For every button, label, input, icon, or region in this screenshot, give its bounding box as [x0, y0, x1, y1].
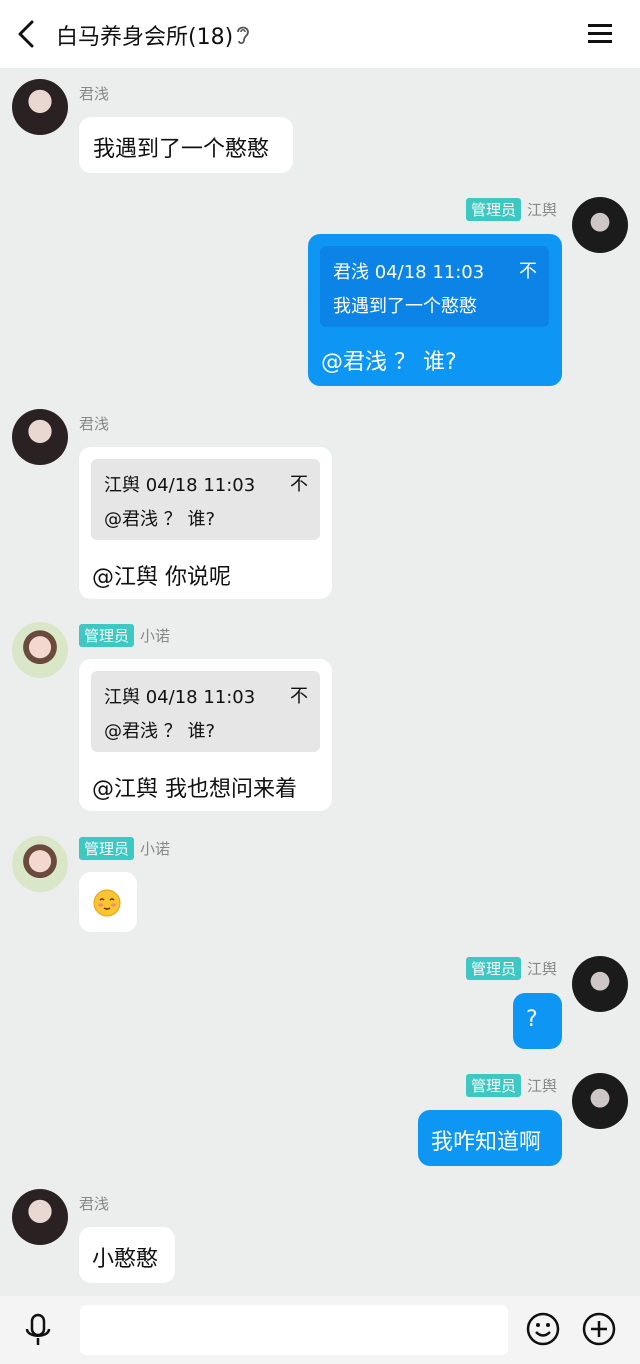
emoji-icon[interactable]	[526, 1312, 560, 1346]
chat-header: 白马养身会所(18)	[0, 0, 640, 68]
reply-quote[interactable]: 君浅 04/18 11:03 我遇到了一个憨憨 不	[320, 246, 549, 327]
chat-title[interactable]: 白马养身会所(18)	[56, 19, 233, 51]
message-text: @江舆 我也想问来着	[92, 777, 297, 802]
quote-header: 江舆 04/18 11:03	[104, 475, 256, 496]
avatar[interactable]	[12, 79, 68, 135]
message-bubble[interactable]: 君浅 04/18 11:03 我遇到了一个憨憨 不 @君浅 ？ 谁?	[308, 234, 562, 386]
sender-row: 管理员 江舆	[465, 957, 557, 980]
quote-body: @君浅 ？ 谁?	[104, 721, 215, 742]
message-text: @君浅 ？ 谁?	[321, 350, 457, 375]
scroll-to-quote-icon[interactable]: 不	[290, 470, 308, 496]
admin-badge: 管理员	[465, 1074, 521, 1097]
admin-badge: 管理员	[79, 837, 135, 860]
avatar[interactable]	[12, 622, 68, 678]
input-bar	[0, 1296, 640, 1364]
menu-icon[interactable]	[586, 20, 616, 48]
avatar[interactable]	[572, 956, 628, 1012]
sender-name: 君浅	[79, 1195, 110, 1213]
plus-circle-icon[interactable]	[582, 1312, 616, 1346]
sender-row: 管理员 江舆	[465, 1074, 557, 1097]
back-arrow-icon[interactable]	[12, 16, 44, 52]
message-bubble[interactable]: ?	[513, 993, 562, 1049]
message-text: 我咋知道啊	[431, 1130, 542, 1155]
sender-name: 君浅	[79, 85, 110, 103]
scroll-to-quote-icon[interactable]: 不	[519, 257, 537, 283]
scroll-to-quote-icon[interactable]: 不	[290, 682, 308, 708]
sender-row: 管理员 小诺	[79, 624, 170, 647]
avatar[interactable]	[12, 1189, 68, 1245]
reply-quote[interactable]: 江舆 04/18 11:03 @君浅 ？ 谁? 不	[91, 459, 320, 540]
message-bubble[interactable]: 江舆 04/18 11:03 @君浅 ？ 谁? 不 @江舆 你说呢	[79, 447, 332, 599]
admin-badge: 管理员	[465, 198, 521, 221]
message-text: ?	[526, 1007, 538, 1032]
message-text: @江舆 你说呢	[92, 565, 231, 590]
reply-quote[interactable]: 江舆 04/18 11:03 @君浅 ？ 谁? 不	[91, 671, 320, 752]
sender-name: 江舆	[526, 960, 557, 978]
quote-body: 我遇到了一个憨憨	[333, 296, 477, 317]
sender-name: 小诺	[140, 627, 171, 645]
smiling-emoji-icon	[93, 889, 121, 917]
avatar[interactable]	[12, 409, 68, 465]
message-input[interactable]	[80, 1305, 508, 1355]
message-bubble[interactable]: 小憨憨	[79, 1227, 175, 1283]
admin-badge: 管理员	[79, 624, 135, 647]
message-text: 我遇到了一个憨憨	[93, 137, 270, 162]
sender-name: 君浅	[79, 415, 110, 433]
quote-header: 江舆 04/18 11:03	[104, 687, 256, 708]
sender-name: 江舆	[526, 201, 557, 219]
message-bubble[interactable]: 我遇到了一个憨憨	[79, 117, 293, 173]
sender-row: 管理员 小诺	[79, 837, 170, 860]
sender-name: 江舆	[526, 1077, 557, 1095]
message-bubble[interactable]: 江舆 04/18 11:03 @君浅 ？ 谁? 不 @江舆 我也想问来着	[79, 659, 332, 811]
avatar[interactable]	[572, 1073, 628, 1129]
avatar[interactable]	[12, 836, 68, 892]
sender-row: 管理员 江舆	[465, 198, 557, 221]
message-bubble[interactable]: 我咋知道啊	[418, 1110, 562, 1166]
quote-body: @君浅 ？ 谁?	[104, 509, 215, 530]
avatar[interactable]	[572, 197, 628, 253]
sender-name: 小诺	[140, 840, 171, 858]
quote-header: 君浅 04/18 11:03	[333, 262, 485, 283]
message-bubble[interactable]	[79, 872, 137, 932]
message-text: 小憨憨	[92, 1247, 159, 1272]
microphone-icon[interactable]	[22, 1312, 54, 1348]
ear-icon	[237, 26, 249, 45]
admin-badge: 管理员	[465, 957, 521, 980]
